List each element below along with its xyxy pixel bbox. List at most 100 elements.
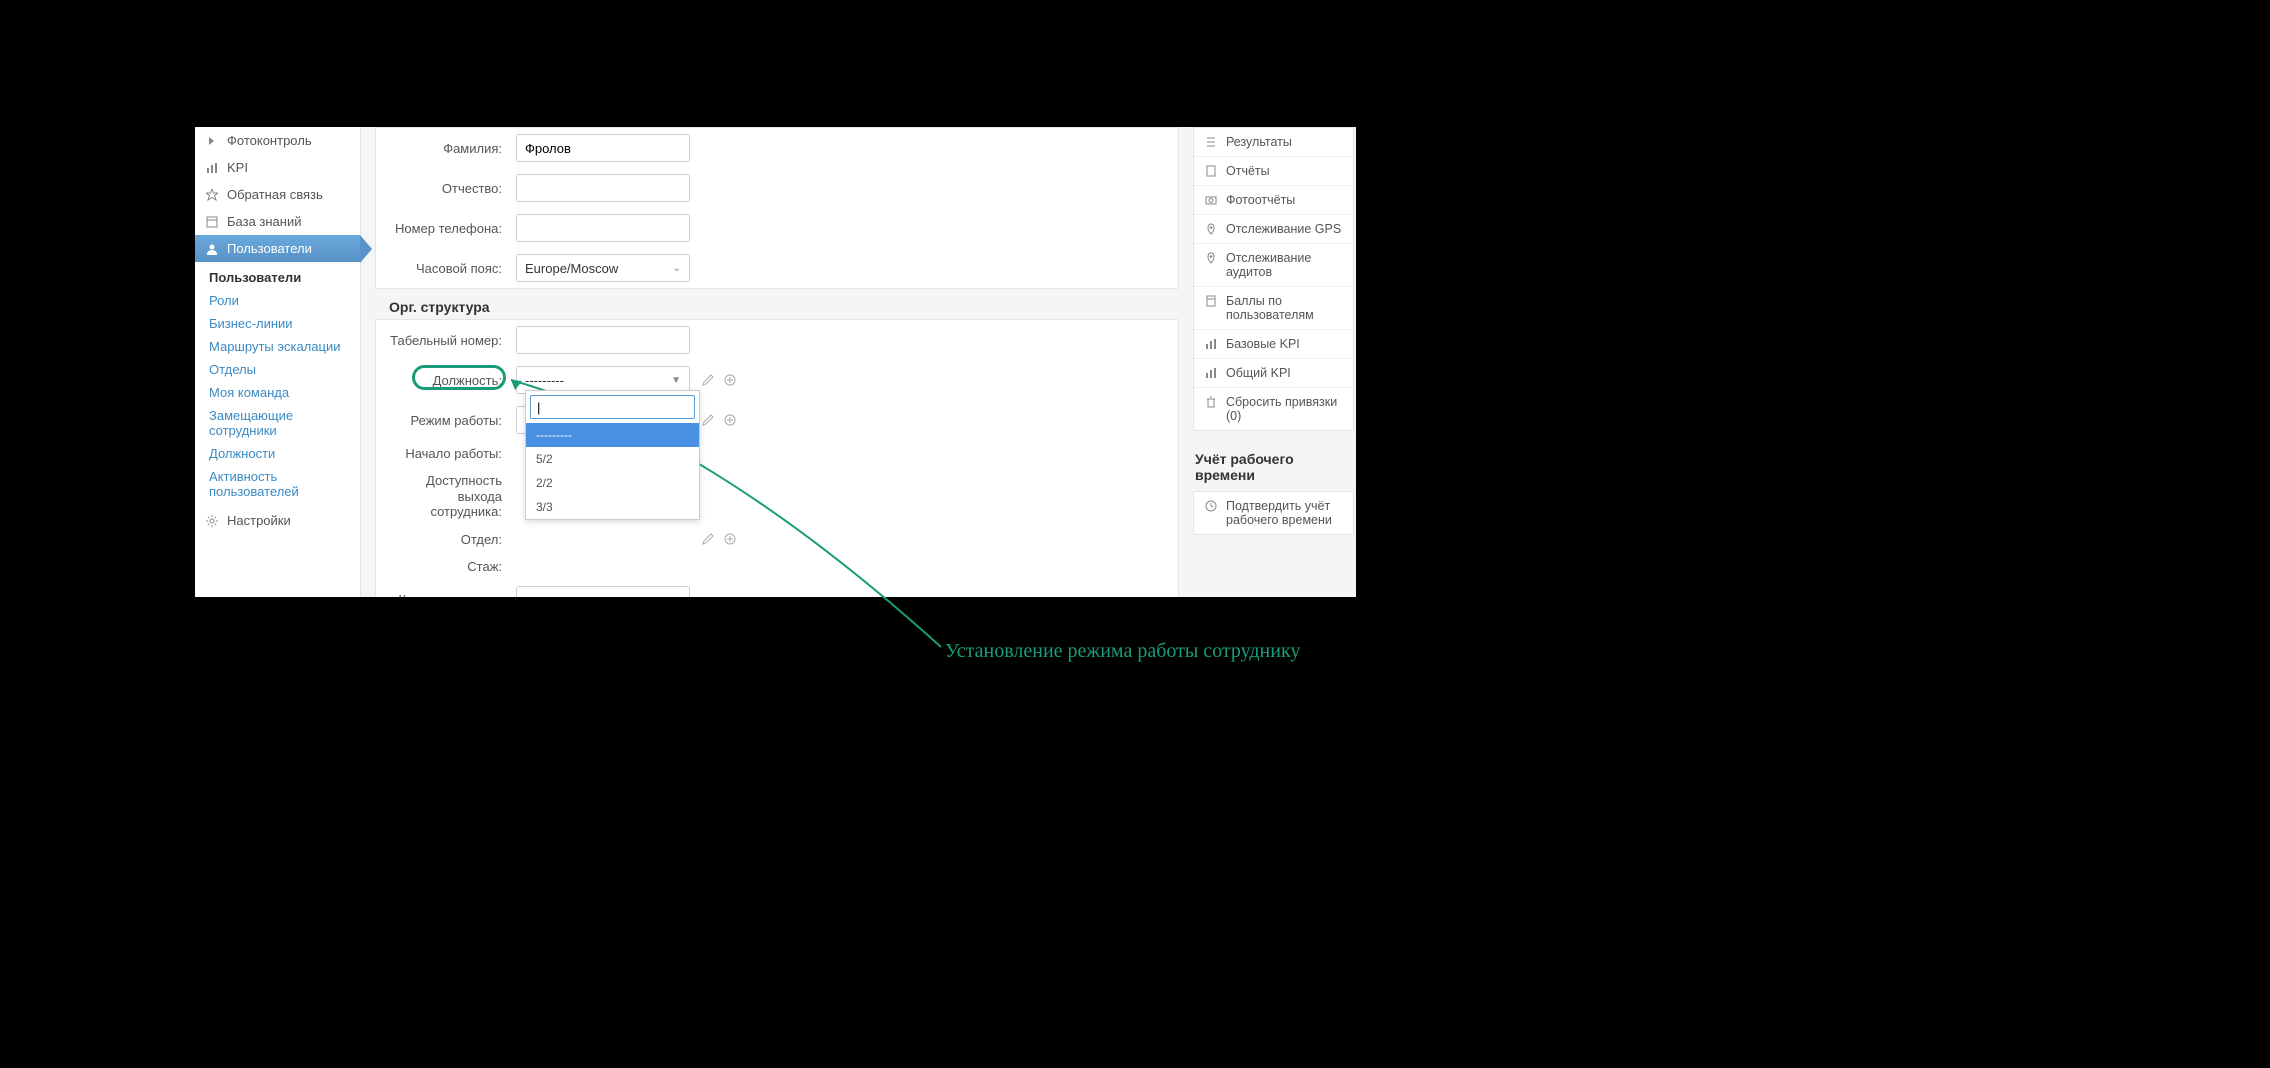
phone-input[interactable] — [516, 214, 690, 242]
dept-actions — [702, 533, 736, 545]
patronymic-input[interactable] — [516, 174, 690, 202]
right-item-audits[interactable]: Отслеживание аудитов — [1194, 244, 1353, 287]
right-item-label: Отслеживание GPS — [1226, 222, 1341, 236]
workmode-label: Режим работы: — [390, 413, 516, 428]
lastname-label: Фамилия: — [390, 141, 516, 156]
right-item-label: Отслеживание аудитов — [1226, 251, 1343, 279]
calc-icon — [1204, 294, 1218, 308]
bar-chart-icon — [205, 161, 219, 175]
right-panel: Результаты Отчёты Фотоотчёты Отслеживани… — [1193, 127, 1356, 597]
sidebar-submenu: Пользователи Роли Бизнес-линии Маршруты … — [195, 262, 360, 507]
submenu-departments[interactable]: Отделы — [209, 358, 360, 381]
org-structure-block: Табельный номер: Должность: --------- ▼ — [375, 319, 1179, 597]
right-item-total-kpi[interactable]: Общий KPI — [1194, 359, 1353, 388]
avail-label: Доступность выхода сотрудника: — [390, 473, 516, 520]
sidebar-item-label: KPI — [227, 160, 248, 175]
clock-icon — [1204, 499, 1218, 513]
tabnum-label: Табельный номер: — [390, 333, 516, 348]
right-item-label: Сбросить привязки (0) — [1226, 395, 1343, 423]
submenu-business-lines[interactable]: Бизнес-линии — [209, 312, 360, 335]
tabnum-input[interactable] — [516, 326, 690, 354]
caret-down-icon: ▼ — [671, 375, 681, 386]
seniority-cat-label: Категория стажа: — [390, 592, 516, 597]
pin-icon — [1204, 251, 1218, 265]
submenu-positions[interactable]: Должности — [209, 442, 360, 465]
submenu-roles[interactable]: Роли — [209, 289, 360, 312]
plus-icon[interactable] — [724, 374, 736, 386]
right-item-label: Отчёты — [1226, 164, 1270, 178]
sidebar-item-kpi[interactable]: KPI — [195, 154, 360, 181]
list-icon — [1204, 135, 1218, 149]
book-icon — [205, 215, 219, 229]
camera-icon — [1204, 193, 1218, 207]
dropdown-search-input[interactable] — [530, 395, 695, 419]
edit-icon[interactable] — [702, 414, 714, 426]
phone-label: Номер телефона: — [390, 221, 516, 236]
sidebar-item-label: База знаний — [227, 214, 302, 229]
edit-icon[interactable] — [702, 374, 714, 386]
sidebar-item-knowledge[interactable]: База знаний — [195, 208, 360, 235]
position-label: Должность: — [390, 373, 516, 388]
dropdown-option-5-2[interactable]: 5/2 — [526, 447, 699, 471]
submenu-heading: Пользователи — [209, 266, 360, 289]
right-item-base-kpi[interactable]: Базовые KPI — [1194, 330, 1353, 359]
star-icon — [205, 188, 219, 202]
dropdown-option-3-3[interactable]: 3/3 — [526, 495, 699, 519]
right-item-label: Фотоотчёты — [1226, 193, 1295, 207]
sidebar-item-feedback[interactable]: Обратная связь — [195, 181, 360, 208]
right-item-reset[interactable]: Сбросить привязки (0) — [1194, 388, 1353, 430]
sidebar-item-photocontrol[interactable]: Фотоконтроль — [195, 127, 360, 154]
seniority-cat-input[interactable] — [516, 586, 690, 597]
bar-chart-icon — [1204, 337, 1218, 351]
timezone-select[interactable]: Europe/Moscow ⌄ — [516, 254, 690, 282]
position-actions — [702, 374, 736, 386]
org-section-title: Орг. структура — [375, 289, 1179, 319]
personal-info-block: Фамилия: Отчество: Номер телефона: Часов… — [375, 127, 1179, 289]
sidebar-item-users[interactable]: Пользователи — [195, 235, 360, 262]
right-item-reports[interactable]: Отчёты — [1194, 157, 1353, 186]
chevron-right-icon — [205, 134, 219, 148]
sidebar: Фотоконтроль KPI Обратная связь База зна… — [195, 127, 361, 597]
sidebar-item-label: Настройки — [227, 513, 291, 528]
workmode-dropdown: --------- 5/2 2/2 3/3 — [525, 390, 700, 520]
user-icon — [205, 242, 219, 256]
patronymic-label: Отчество: — [390, 181, 516, 196]
sidebar-item-label: Пользователи — [227, 241, 312, 256]
right-item-label: Подтвердить учёт рабочего времени — [1226, 499, 1343, 527]
main-content: Фамилия: Отчество: Номер телефона: Часов… — [361, 127, 1193, 597]
timezone-label: Часовой пояс: — [390, 261, 516, 276]
pin-icon — [1204, 222, 1218, 236]
right-confirm-group: Подтвердить учёт рабочего времени — [1193, 491, 1354, 535]
workmode-actions — [702, 414, 736, 426]
right-item-label: Общий KPI — [1226, 366, 1291, 380]
sidebar-item-label: Обратная связь — [227, 187, 323, 202]
right-item-label: Базовые KPI — [1226, 337, 1300, 351]
right-item-points[interactable]: Баллы по пользователям — [1194, 287, 1353, 330]
submenu-escalation[interactable]: Маршруты эскалации — [209, 335, 360, 358]
plus-icon[interactable] — [724, 414, 736, 426]
dropdown-option-2-2[interactable]: 2/2 — [526, 471, 699, 495]
right-item-label: Результаты — [1226, 135, 1292, 149]
edit-icon[interactable] — [702, 533, 714, 545]
annotation-caption: Установление режима работы сотруднику — [945, 640, 1300, 663]
lastname-input[interactable] — [516, 134, 690, 162]
bar-chart-icon — [1204, 366, 1218, 380]
trash-icon — [1204, 395, 1218, 409]
right-item-photoreports[interactable]: Фотоотчёты — [1194, 186, 1353, 215]
right-links-group: Результаты Отчёты Фотоотчёты Отслеживани… — [1193, 127, 1354, 431]
right-item-confirm[interactable]: Подтвердить учёт рабочего времени — [1194, 492, 1353, 534]
seniority-label: Стаж: — [390, 559, 516, 574]
submenu-user-activity[interactable]: Активность пользователей — [209, 465, 360, 503]
dept-label: Отдел: — [390, 532, 516, 547]
sidebar-item-settings[interactable]: Настройки — [195, 507, 360, 534]
right-item-gps[interactable]: Отслеживание GPS — [1194, 215, 1353, 244]
chevron-down-icon: ⌄ — [673, 263, 681, 274]
app-window: Фотоконтроль KPI Обратная связь База зна… — [195, 127, 1356, 597]
right-section-title: Учёт рабочего времени — [1193, 445, 1354, 491]
right-item-results[interactable]: Результаты — [1194, 128, 1353, 157]
position-value: --------- — [525, 373, 564, 388]
dropdown-option-empty[interactable]: --------- — [526, 423, 699, 447]
submenu-substitutes[interactable]: Замещающие сотрудники — [209, 404, 360, 442]
submenu-my-team[interactable]: Моя команда — [209, 381, 360, 404]
plus-icon[interactable] — [724, 533, 736, 545]
